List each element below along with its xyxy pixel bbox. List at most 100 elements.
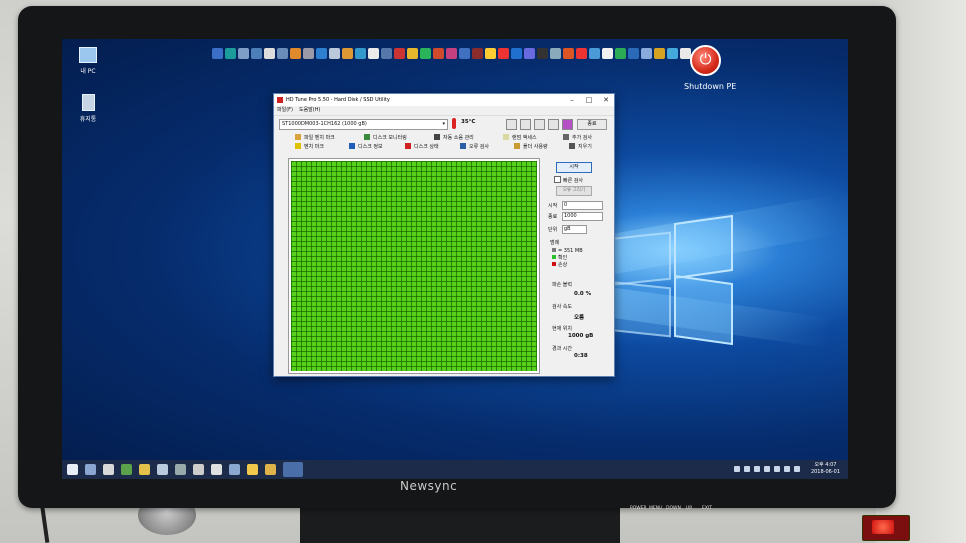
tray-icon[interactable] <box>734 466 740 472</box>
dock-app-icon[interactable] <box>563 48 574 59</box>
menu-file[interactable]: 파일(F) <box>277 106 293 115</box>
exit-button[interactable]: 종료 <box>577 119 607 130</box>
window-titlebar[interactable]: HD Tune Pro 5.50 - Hard Disk / SSD Utili… <box>274 94 614 106</box>
taskbar-app-icon[interactable] <box>175 464 186 475</box>
close-button[interactable]: ✕ <box>598 94 614 106</box>
menubar: 파일(F) 도움말(H) <box>274 106 614 115</box>
dock-app-icon[interactable] <box>550 48 561 59</box>
dock-app-icon[interactable] <box>459 48 470 59</box>
maximize-button[interactable]: □ <box>581 94 597 106</box>
dock-app-icon[interactable] <box>394 48 405 59</box>
tab-aam[interactable]: 자동 소음 관리 <box>434 134 474 141</box>
dock-app-icon[interactable] <box>381 48 392 59</box>
dock-app-icon[interactable] <box>368 48 379 59</box>
dock-app-icon[interactable] <box>433 48 444 59</box>
dock-app-icon[interactable] <box>472 48 483 59</box>
tab-icon <box>434 134 440 140</box>
taskbar-app-icon[interactable] <box>157 464 168 475</box>
dock-app-icon[interactable] <box>667 48 678 59</box>
menu-help[interactable]: 도움말(H) <box>299 106 320 115</box>
dock-app-icon[interactable] <box>290 48 301 59</box>
monitor-down-button[interactable]: DOWN <box>666 506 681 511</box>
dock-app-icon[interactable] <box>615 48 626 59</box>
tab-benchmark[interactable]: 벤치 마크 <box>295 143 324 150</box>
tab-icon <box>364 134 370 140</box>
dock-app-icon[interactable] <box>602 48 613 59</box>
dock-app-icon[interactable] <box>485 48 496 59</box>
dock-app-icon[interactable] <box>212 48 223 59</box>
desktop-icon-this-pc[interactable]: 내 PC <box>68 47 108 75</box>
end-input[interactable]: 1000 <box>562 212 603 221</box>
taskbar-app-icon[interactable] <box>265 464 276 475</box>
taskbar-app-icon[interactable] <box>211 464 222 475</box>
shutdown-button[interactable]: ⏻ <box>690 45 721 76</box>
taskbar-clock[interactable]: 오후 4:07 2018-06-01 <box>811 462 840 476</box>
copy-all-icon[interactable] <box>520 119 531 130</box>
dock-app-icon[interactable] <box>537 48 548 59</box>
dock-app-icon[interactable] <box>303 48 314 59</box>
dock-app-icon[interactable] <box>329 48 340 59</box>
options-icon[interactable] <box>548 119 559 130</box>
dock-app-icon[interactable] <box>264 48 275 59</box>
tab-error-scan[interactable]: 오류 검사 <box>460 143 489 150</box>
tab-folder-usage[interactable]: 폴더 사용량 <box>514 143 548 150</box>
shutdown-label: Shutdown PE <box>684 82 737 91</box>
quick-scan-checkbox[interactable]: 빠른 검사 <box>554 176 583 184</box>
dock-app-icon[interactable] <box>342 48 353 59</box>
monitor-up-button[interactable]: UP <box>686 506 692 511</box>
dock-app-icon[interactable] <box>420 48 431 59</box>
start-button[interactable]: 시작 <box>556 162 592 173</box>
unit-select[interactable]: gB <box>562 225 587 234</box>
dock-app-icon[interactable] <box>641 48 652 59</box>
camera-icon[interactable] <box>534 119 545 130</box>
tab-erase[interactable]: 지우기 <box>569 143 592 150</box>
tray-icon[interactable] <box>764 466 770 472</box>
tab-disk-monitor[interactable]: 디스크 모니터링 <box>364 134 407 141</box>
tray-icon[interactable] <box>774 466 780 472</box>
tray-icon[interactable] <box>744 466 750 472</box>
folder-icon[interactable] <box>139 464 150 475</box>
start-menu-icon[interactable] <box>67 464 78 475</box>
tab-extra-tests[interactable]: 추가 검사 <box>563 134 592 141</box>
tab-random-access[interactable]: 랜덤 액세스 <box>503 134 537 141</box>
taskbar-app-icon[interactable] <box>193 464 204 475</box>
dock-app-icon[interactable] <box>524 48 535 59</box>
dock-app-icon[interactable] <box>355 48 366 59</box>
dock-app-icon[interactable] <box>511 48 522 59</box>
drive-select[interactable]: ST1000DM003-1CH162 (1000 gB) <box>279 119 448 130</box>
taskbar-active-hdtune[interactable] <box>283 462 303 477</box>
dock-app-icon[interactable] <box>277 48 288 59</box>
dock-app-icon[interactable] <box>407 48 418 59</box>
dock-app-icon[interactable] <box>238 48 249 59</box>
taskbar-app-icon[interactable] <box>121 464 132 475</box>
volume-icon[interactable] <box>794 466 800 472</box>
desktop-icon-recycle-bin[interactable]: 휴지통 <box>68 94 108 123</box>
monitor-power-button[interactable]: POWER <box>630 506 647 511</box>
tab-health[interactable]: 디스크 상태 <box>405 143 439 150</box>
dock-app-icon[interactable] <box>316 48 327 59</box>
dock-app-icon[interactable] <box>446 48 457 59</box>
draw-errors-button[interactable]: 오류 그리기 <box>556 186 592 196</box>
dock-app-icon[interactable] <box>628 48 639 59</box>
tab-file-benchmark[interactable]: 파일 벤치 마크 <box>295 134 335 141</box>
dock-app-icon[interactable] <box>589 48 600 59</box>
dock-app-icon[interactable] <box>225 48 236 59</box>
taskbar-app-icon[interactable] <box>229 464 240 475</box>
dock-app-icon[interactable] <box>654 48 665 59</box>
start-input[interactable]: 0 <box>562 201 603 210</box>
error-scan-map <box>288 158 540 374</box>
dock-app-icon[interactable] <box>576 48 587 59</box>
taskbar-app-icon[interactable] <box>247 464 258 475</box>
download-icon[interactable] <box>562 119 573 130</box>
dock-app-icon[interactable] <box>251 48 262 59</box>
monitor-exit-button[interactable]: EXIT <box>702 506 712 511</box>
taskbar-app-icon[interactable] <box>103 464 114 475</box>
copy-icon[interactable] <box>506 119 517 130</box>
taskbar-app-icon[interactable] <box>85 464 96 475</box>
monitor-menu-button[interactable]: MENU <box>649 506 662 511</box>
tab-info[interactable]: 디스크 정보 <box>349 143 383 150</box>
tray-icon[interactable] <box>754 466 760 472</box>
dock-app-icon[interactable] <box>498 48 509 59</box>
tray-icon[interactable] <box>784 466 790 472</box>
minimize-button[interactable]: – <box>564 94 580 106</box>
